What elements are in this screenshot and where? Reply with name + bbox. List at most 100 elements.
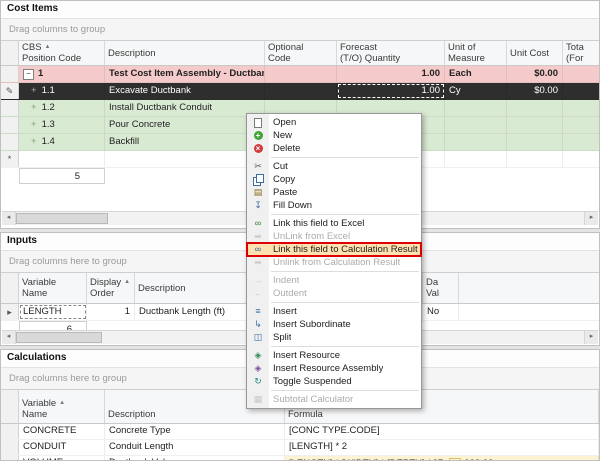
cell-uom[interactable] xyxy=(445,117,507,133)
cell-total[interactable] xyxy=(563,151,600,167)
asterisk-row-indicator-icon[interactable]: * xyxy=(1,151,19,167)
table-row[interactable]: −1Test Cost Item Assembly - Ductbank 1.00… xyxy=(1,66,599,83)
cell-description[interactable]: Install Ductbank Conduit xyxy=(105,100,265,116)
column-header-description[interactable]: Description xyxy=(135,273,247,303)
scrollbar-thumb[interactable] xyxy=(16,332,102,343)
menu-item-insert[interactable]: ≡Insert xyxy=(247,305,421,318)
cell-description[interactable]: Test Cost Item Assembly - Ductbank xyxy=(105,66,265,82)
cell-description[interactable]: Ductbank Volume xyxy=(105,456,285,461)
scrollbar-left-arrow-icon[interactable]: ◂ xyxy=(2,331,16,344)
cell-total[interactable] xyxy=(563,134,600,150)
collapse-expander-icon[interactable]: − xyxy=(23,69,34,80)
cell-uom[interactable]: Cy xyxy=(445,83,507,99)
current-row-indicator-icon[interactable]: ▸ xyxy=(1,304,19,320)
column-header-variable-name[interactable]: VariableName xyxy=(19,273,87,303)
cell-variable_name[interactable]: LENGTH xyxy=(19,304,87,320)
cell-uom[interactable] xyxy=(445,100,507,116)
cell-code[interactable]: +1.2 xyxy=(19,100,105,116)
cell-formula[interactable]: [CONC TYPE.CODE] xyxy=(285,424,599,439)
current-row-indicator-icon[interactable] xyxy=(1,440,19,455)
cell-unit_cost[interactable] xyxy=(507,151,563,167)
cell-description[interactable]: Backfill xyxy=(105,134,265,150)
column-header-optional-code[interactable]: OptionalCode xyxy=(265,41,337,65)
menu-item-cut[interactable]: ✂Cut xyxy=(247,160,421,173)
cell-qty[interactable]: 1.00 xyxy=(337,83,445,99)
row-indicator[interactable] xyxy=(1,134,19,150)
menu-item-subtotal-calculator[interactable]: ▦Subtotal Calculator xyxy=(247,393,421,406)
scrollbar-left-arrow-icon[interactable]: ◂ xyxy=(2,212,16,225)
pencil-row-indicator-icon[interactable]: ✎ xyxy=(1,83,19,99)
table-row[interactable]: ✎+1.1Excavate Ductbank1.00Cy$0.00 xyxy=(1,83,599,100)
cell-unit_cost[interactable] xyxy=(507,134,563,150)
cell-data_validation[interactable]: No xyxy=(423,304,459,320)
cell-description[interactable] xyxy=(105,151,265,167)
cell-code[interactable] xyxy=(19,151,105,167)
cell-formula[interactable]: [LENGTH] * 2 xyxy=(285,440,599,455)
menu-item-new[interactable]: +New xyxy=(247,129,421,142)
cell-description[interactable]: Conduit Length xyxy=(105,440,285,455)
cell-optional_code[interactable] xyxy=(265,66,337,82)
scrollbar-right-arrow-icon[interactable]: ▸ xyxy=(584,331,598,344)
cell-code[interactable]: −1 xyxy=(19,66,105,82)
cell-unit_cost[interactable]: $0.00 xyxy=(507,83,563,99)
menu-item-split[interactable]: ◫Split xyxy=(247,331,421,344)
menu-item-unlink-from-excel[interactable]: ∞UnLink from Excel xyxy=(247,230,421,243)
menu-item-indent[interactable]: →Indent xyxy=(247,274,421,287)
cell-total[interactable] xyxy=(563,117,600,133)
cell-description[interactable]: Pour Concrete xyxy=(105,117,265,133)
column-header-cbs-position-code[interactable]: CBS▲Position Code xyxy=(19,41,105,65)
column-header-unit-of-measure[interactable]: Unit ofMeasure xyxy=(445,41,507,65)
menu-item-delete[interactable]: ×Delete xyxy=(247,142,421,155)
menu-item-insert-resource[interactable]: ◈Insert Resource xyxy=(247,349,421,362)
cell-qty[interactable]: 1.00 xyxy=(337,66,445,82)
menu-item-insert-subordinate[interactable]: ↳Insert Subordinate xyxy=(247,318,421,331)
cell-code[interactable]: +1.3 xyxy=(19,117,105,133)
row-indicator[interactable] xyxy=(1,117,19,133)
cell-uom[interactable]: Each xyxy=(445,66,507,82)
cell-uom[interactable] xyxy=(445,151,507,167)
menu-item-unlink-from-calculation-result[interactable]: ∞Unlink from Calculation Result xyxy=(247,256,421,269)
menu-item-outdent[interactable]: ←Outdent xyxy=(247,287,421,300)
column-header-da-val[interactable]: DaVal xyxy=(423,273,459,303)
cell-code[interactable]: +1.4 xyxy=(19,134,105,150)
cell-total[interactable] xyxy=(563,66,600,82)
menu-item-toggle-suspended[interactable]: ↻Toggle Suspended xyxy=(247,375,421,388)
cell-variable_name[interactable]: CONDUIT xyxy=(19,440,105,455)
cell-unit_cost[interactable]: $0.00 xyxy=(507,66,563,82)
menu-item-insert-resource-assembly[interactable]: ◈Insert Resource Assembly xyxy=(247,362,421,375)
menu-item-open[interactable]: Open xyxy=(247,116,421,129)
cell-code[interactable]: +1.1 xyxy=(19,83,105,99)
row-indicator[interactable] xyxy=(1,66,19,82)
menu-item-link-this-field-to-calculation-result[interactable]: ∞Link this field to Calculation Result xyxy=(247,243,421,256)
cell-variable_name[interactable]: CONCRETE xyxy=(19,424,105,439)
table-row[interactable]: ▸VOLUMEDuctbank Volume[LENGTH] * [WIDTH]… xyxy=(1,456,599,461)
cell-description[interactable]: Concrete Type xyxy=(105,424,285,439)
column-header-description[interactable]: Description xyxy=(105,41,265,65)
current-row-indicator-icon[interactable]: ▸ xyxy=(1,456,19,461)
cell-display_order[interactable]: 1 xyxy=(87,304,135,320)
column-header-forecast-t-o-quantity[interactable]: Forecast(T/O) Quantity xyxy=(337,41,445,65)
column-header-display-order[interactable]: Display▲Order xyxy=(87,273,135,303)
column-header-tota-for[interactable]: Tota(For xyxy=(563,41,600,65)
cell-optional_code[interactable] xyxy=(265,83,337,99)
cell-unit_cost[interactable] xyxy=(507,117,563,133)
scrollbar-thumb[interactable] xyxy=(16,213,108,224)
menu-item-paste[interactable]: ▤Paste xyxy=(247,186,421,199)
cell-total[interactable] xyxy=(563,83,600,99)
menu-item-link-this-field-to-excel[interactable]: ∞Link this field to Excel xyxy=(247,217,421,230)
table-row[interactable]: CONCRETEConcrete Type[CONC TYPE.CODE] xyxy=(1,424,599,440)
current-row-indicator-icon[interactable] xyxy=(1,424,19,439)
row-indicator[interactable] xyxy=(1,100,19,116)
menu-item-fill-down[interactable]: ↧Fill Down xyxy=(247,199,421,212)
cell-description[interactable]: Ductbank Length (ft) xyxy=(135,304,247,320)
cell-formula[interactable]: [LENGTH] * [WIDTH] * [DEPTH] / 27fx222.2… xyxy=(285,456,599,461)
cell-unit_cost[interactable] xyxy=(507,100,563,116)
column-header-unit-cost[interactable]: Unit Cost xyxy=(507,41,563,65)
cell-total[interactable] xyxy=(563,100,600,116)
cell-variable_name[interactable]: VOLUME xyxy=(19,456,105,461)
cell-uom[interactable] xyxy=(445,134,507,150)
scrollbar-right-arrow-icon[interactable]: ▸ xyxy=(584,212,598,225)
menu-item-copy[interactable]: Copy xyxy=(247,173,421,186)
column-header-variable-name[interactable]: Variable▲Name xyxy=(19,390,105,423)
table-row[interactable]: CONDUITConduit Length[LENGTH] * 2 xyxy=(1,440,599,456)
